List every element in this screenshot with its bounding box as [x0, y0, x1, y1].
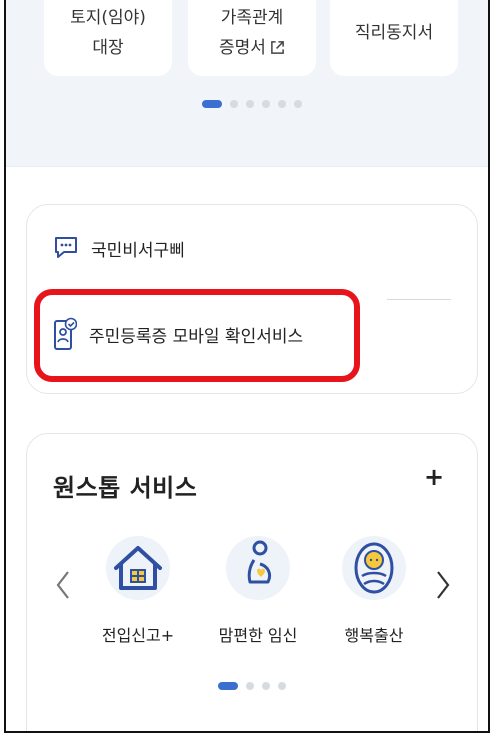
pager-dot[interactable] — [230, 100, 238, 108]
pager-dot[interactable] — [202, 100, 222, 108]
chevron-left-icon[interactable] — [51, 567, 75, 603]
pager-dot[interactable] — [262, 100, 270, 108]
service-pregnancy[interactable]: 맘편한 임신 — [203, 536, 313, 646]
tiles-pager — [202, 100, 302, 108]
app-frame: 토지(임야) 대장 가족관계 증명서 직리동지서 국민비서구삐 주민등록증 모바… — [4, 0, 490, 733]
section-divider — [6, 166, 488, 167]
pager-dot[interactable] — [246, 100, 254, 108]
tile-label-line1: 가족관계 — [220, 8, 284, 28]
pager-dot[interactable] — [262, 682, 270, 690]
tile-label-line2: 대장 — [92, 38, 124, 58]
menu-tiles-section: 토지(임야) 대장 가족관계 증명서 직리동지서 — [6, 0, 488, 166]
highlight-box — [34, 289, 360, 382]
pager-dot[interactable] — [246, 682, 254, 690]
tile-third-service[interactable]: 직리동지서 — [330, 0, 458, 76]
tile-label-line2: 증명서 — [219, 38, 266, 58]
house-icon — [114, 546, 162, 590]
chat-bubble-icon — [55, 237, 77, 258]
pager-dot[interactable] — [278, 682, 286, 690]
service-label: 맘편한 임신 — [218, 626, 298, 645]
tile-family-certificate[interactable]: 가족관계 증명서 — [188, 0, 316, 76]
separator-line — [387, 299, 451, 300]
external-link-icon — [271, 41, 284, 54]
pager-dot[interactable] — [278, 100, 286, 108]
pager-dot[interactable] — [218, 682, 238, 690]
add-service-button[interactable]: + — [421, 464, 447, 490]
service-move-in-report[interactable]: 전입신고+ — [83, 536, 193, 646]
service-label: 전입신고+ — [101, 626, 175, 645]
service-label: 행복출산 — [344, 626, 404, 645]
section-title: 원스톱 서비스 — [53, 474, 198, 502]
chevron-right-icon[interactable] — [431, 567, 455, 603]
services-pager — [218, 682, 286, 690]
link-national-secretary[interactable]: 국민비서구삐 — [53, 235, 185, 261]
tile-label-line1: 토지(임야) — [70, 8, 146, 28]
tile-label-line1: 직리동지서 — [354, 23, 434, 43]
pager-dot[interactable] — [294, 100, 302, 108]
service-happy-birth[interactable]: 행복출산 — [319, 536, 429, 646]
link-label: 국민비서구삐 — [91, 240, 185, 261]
pregnant-woman-icon — [247, 540, 272, 584]
baby-icon — [354, 542, 394, 594]
tile-land-register[interactable]: 토지(임야) 대장 — [44, 0, 172, 76]
